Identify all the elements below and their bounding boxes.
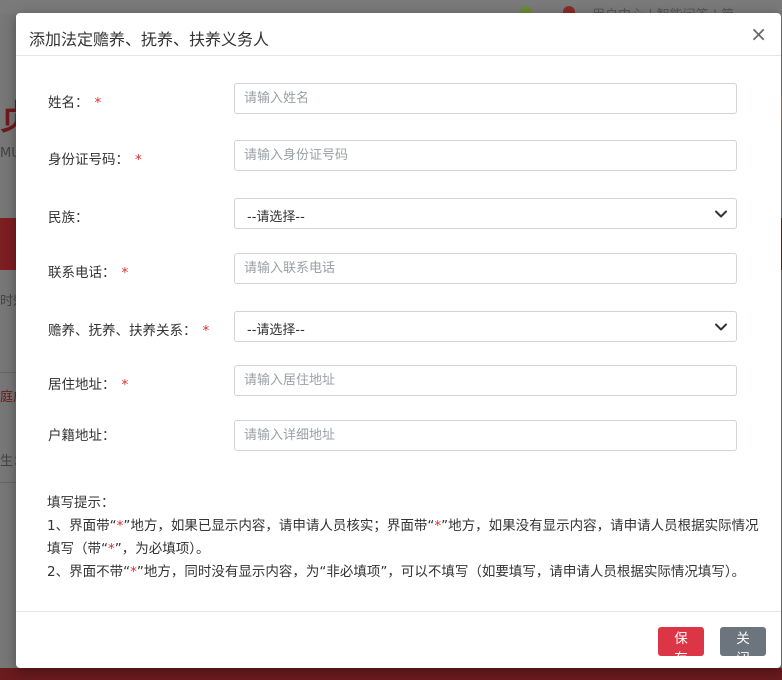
tips-line-2: 2、界面不带“*”地方，同时没有显示内容，为“非必填项”，可以不填写（如要填写，… [47, 564, 746, 580]
ethnicity-select-value: --请选择-- [247, 210, 305, 225]
close-button[interactable]: 关闭 [720, 627, 766, 667]
modal-header: 添加法定赡养、抚养、扶养义务人 × [16, 13, 781, 56]
save-button[interactable]: 保存 [658, 627, 704, 667]
ethnicity-label: 民族： [48, 210, 89, 226]
id-number-label: 身份证号码： * [48, 152, 142, 168]
form-row-household: 户籍地址： [16, 420, 781, 452]
modal-title: 添加法定赡养、抚养、扶养义务人 [29, 30, 270, 49]
form-row-relation: 赡养、抚养、扶养关系： * --请选择-- [16, 311, 781, 343]
ethnicity-select[interactable]: --请选择-- [234, 198, 737, 229]
form-row-ethnicity: 民族： --请选择-- [16, 198, 781, 230]
form-row-id-number: 身份证号码： * [16, 140, 781, 172]
name-label: 姓名： * [48, 95, 102, 111]
relation-label: 赡养、抚养、扶养关系： * [48, 323, 210, 339]
tips-heading: 填写提示： [47, 495, 115, 511]
relation-select-value: --请选择-- [247, 323, 305, 338]
residence-input[interactable] [234, 365, 737, 396]
required-mark: * [202, 323, 210, 339]
chevron-down-icon [715, 323, 727, 331]
background-divider [0, 482, 16, 483]
household-address-input[interactable] [234, 420, 737, 451]
form-row-name: 姓名： * [16, 83, 781, 115]
add-dependent-modal: 添加法定赡养、抚养、扶养义务人 × 姓名：* 身份证号码：* 民族： --请选择… [16, 13, 781, 668]
phone-label: 联系电话： * [48, 265, 129, 281]
relation-select[interactable]: --请选择-- [234, 311, 737, 342]
modal-footer: 保存 关闭 [16, 611, 781, 668]
phone-input[interactable] [234, 253, 737, 284]
form-row-phone: 联系电话： * [16, 253, 781, 285]
required-mark: * [94, 95, 102, 111]
id-number-input[interactable] [234, 140, 737, 171]
household-label: 户籍地址： [48, 428, 116, 444]
tips-line-1: 1、界面带“*”地方，如果已显示内容，请申请人员核实；界面带“*”地方，如果没有… [47, 518, 759, 557]
form-row-residence: 居住地址： * [16, 365, 781, 397]
required-mark: * [121, 377, 129, 393]
required-mark: * [135, 152, 142, 168]
background-divider [0, 372, 16, 373]
background-footer-bar [0, 668, 782, 680]
residence-label: 居住地址： * [48, 377, 129, 393]
chevron-down-icon [715, 210, 727, 218]
name-input[interactable] [234, 83, 737, 114]
close-icon[interactable]: × [750, 24, 767, 44]
required-mark: * [121, 265, 129, 281]
fill-tips: 填写提示： 1、界面带“*”地方，如果已显示内容，请申请人员核实；界面带“*”地… [47, 492, 762, 584]
